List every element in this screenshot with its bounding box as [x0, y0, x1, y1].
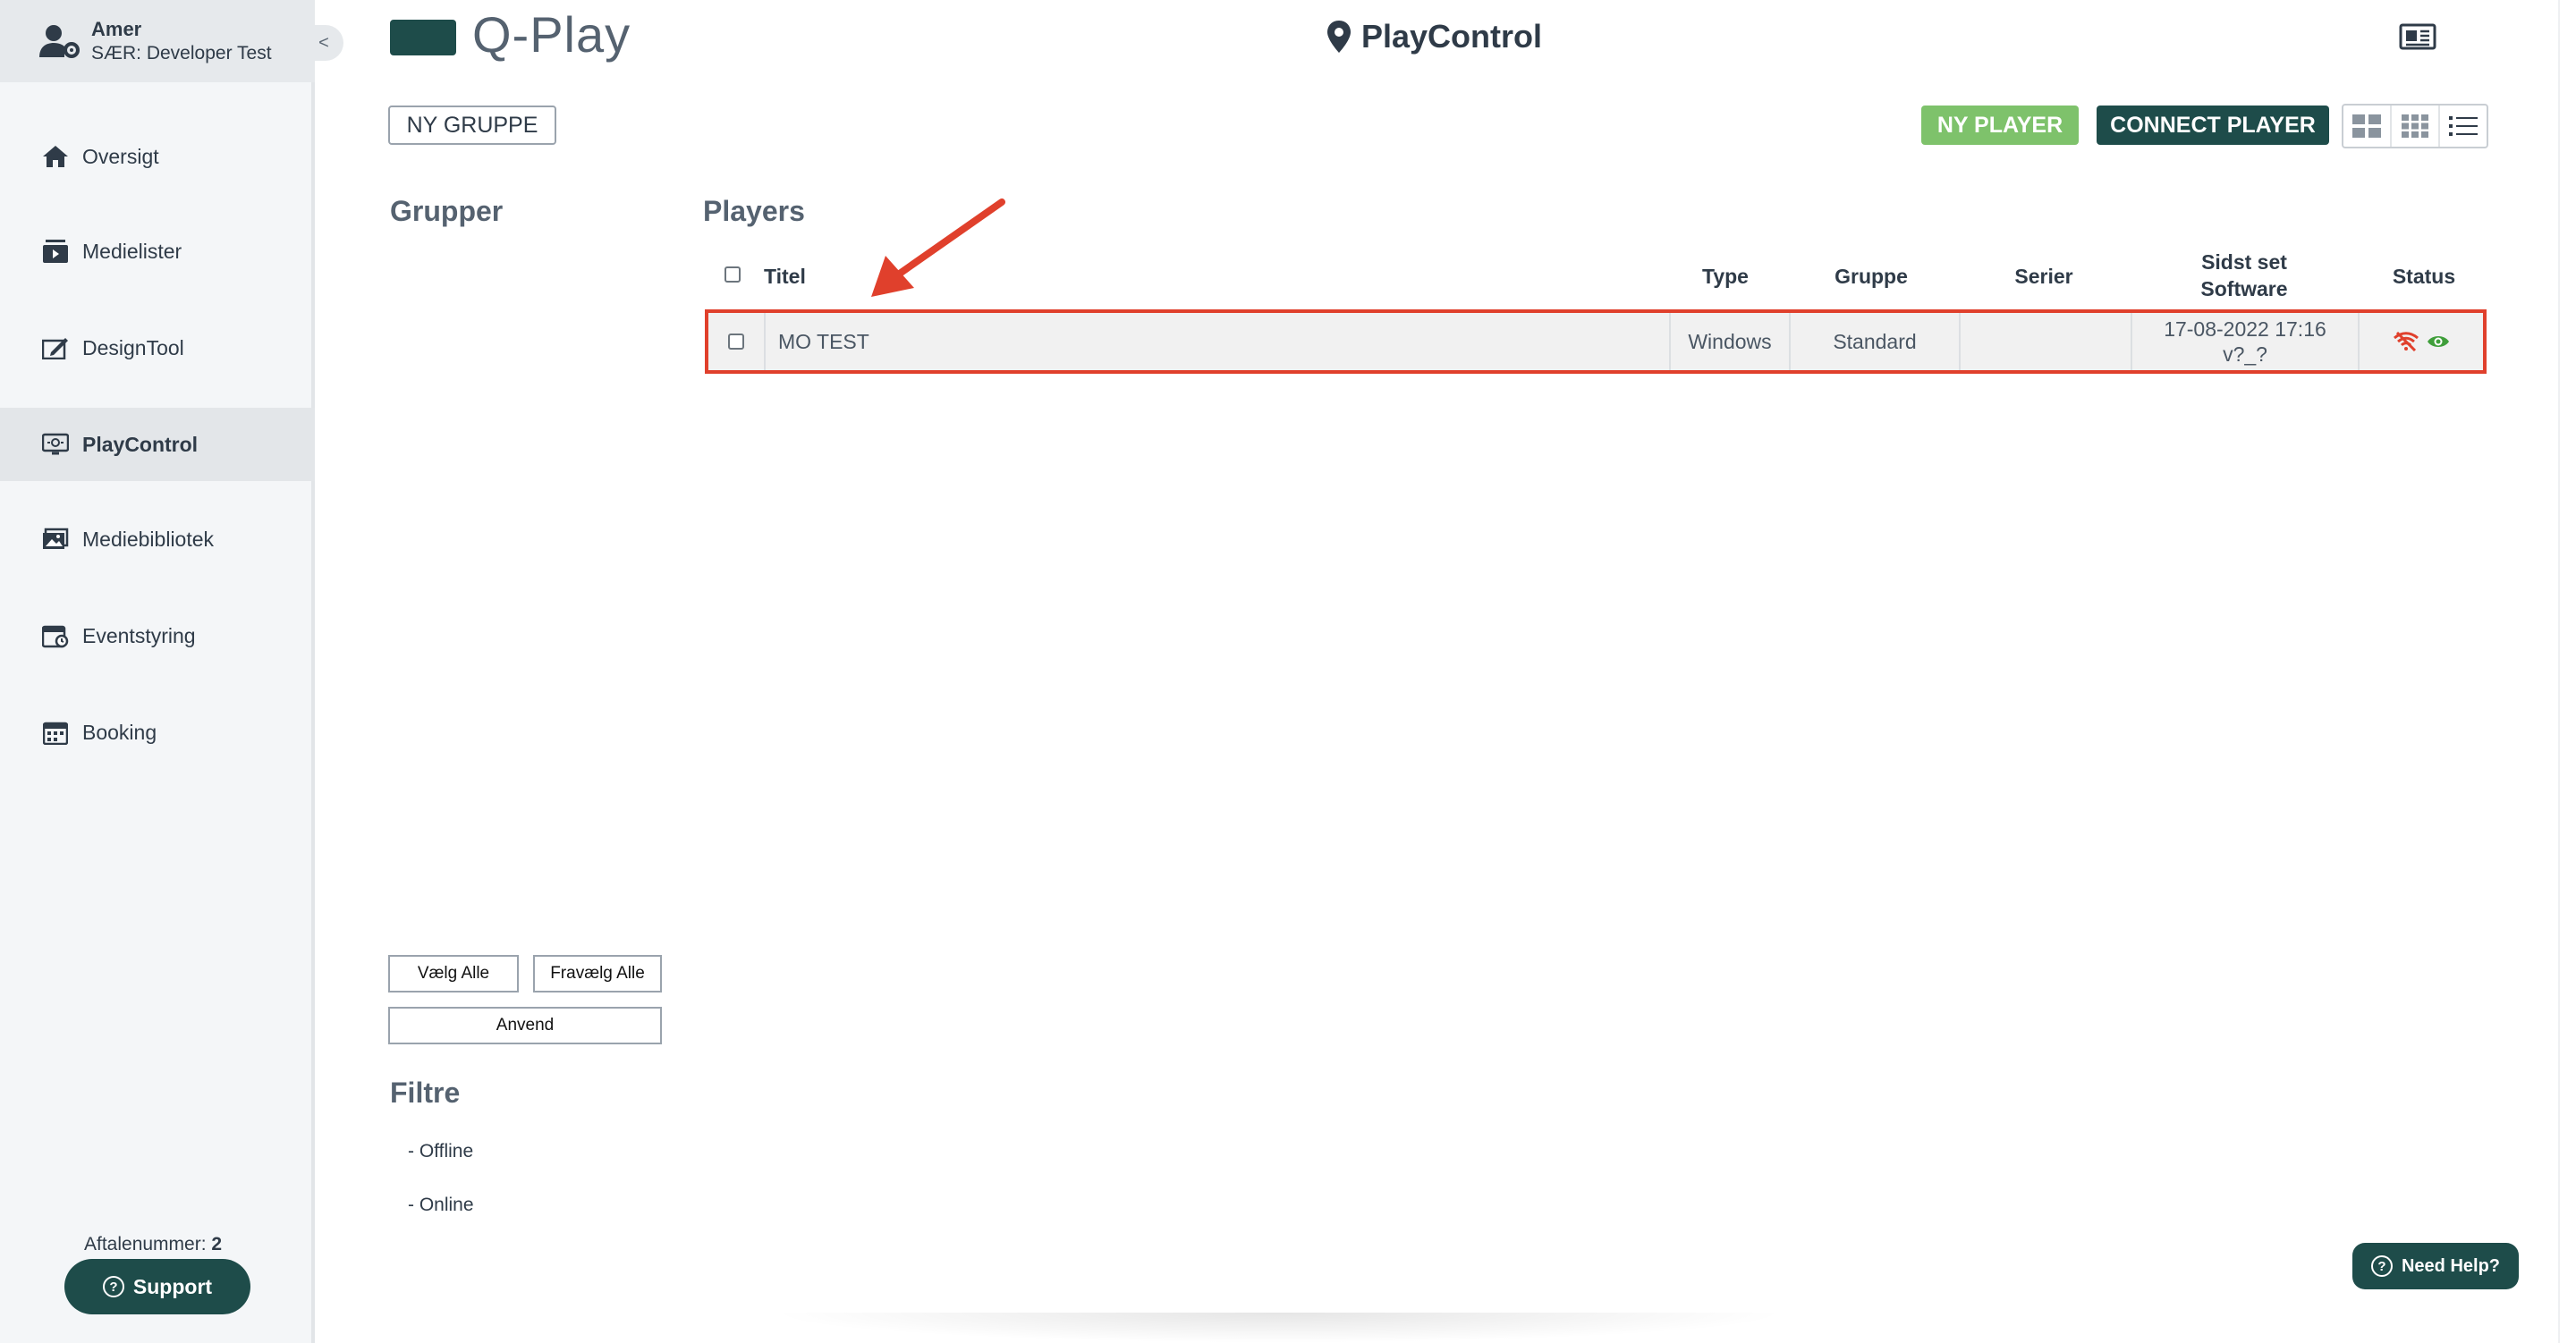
connect-player-button[interactable]: CONNECT PLAYER [2097, 106, 2329, 145]
sidebar-item-eventstyring[interactable]: Eventstyring [0, 599, 315, 672]
column-last-seen[interactable]: Sidst set Software [2129, 249, 2360, 302]
sidebar-item-label: Eventstyring [82, 623, 196, 647]
apply-button[interactable]: Anvend [388, 1007, 662, 1044]
table-row[interactable]: MO TEST Windows Standard 17-08-2022 17:1… [705, 309, 2487, 374]
user-block[interactable]: Amer SÆR: Developer Test [0, 0, 315, 82]
deselect-all-button[interactable]: Fravælg Alle [533, 955, 662, 992]
player-group: Standard [1789, 313, 1959, 370]
annotation-arrow-icon [871, 198, 1005, 297]
players-heading: Players [703, 195, 805, 227]
support-button[interactable]: ? Support [64, 1259, 250, 1314]
media-library-icon [41, 526, 70, 553]
scrollbar[interactable] [2558, 0, 2576, 1343]
media-list-icon [41, 238, 70, 265]
logo-mark [390, 20, 456, 55]
sidebar-item-label: Oversigt [82, 144, 159, 168]
column-status[interactable]: Status [2361, 263, 2487, 290]
player-type: Windows [1669, 313, 1789, 370]
sidebar-item-label: Mediebibliotek [82, 527, 215, 551]
new-player-button[interactable]: NY PLAYER [1921, 106, 2079, 145]
sidebar-item-oversigt[interactable]: Oversigt [0, 120, 315, 193]
sidebar: Amer SÆR: Developer Test Oversigt Mediel… [0, 0, 315, 1343]
column-type[interactable]: Type [1667, 263, 1784, 290]
player-series [1959, 313, 2131, 370]
newspaper-icon[interactable] [2399, 23, 2436, 50]
user-settings-icon [39, 25, 80, 58]
row-checkbox[interactable] [708, 313, 764, 370]
sidebar-item-label: Medielister [82, 239, 182, 263]
new-group-button[interactable]: NY GRUPPE [388, 106, 556, 145]
list-icon [2449, 116, 2478, 136]
player-status [2358, 313, 2483, 370]
column-series[interactable]: Serier [1959, 263, 2129, 290]
play-control-icon [41, 431, 70, 458]
column-title[interactable]: Titel [764, 263, 806, 290]
sidebar-item-label: Booking [82, 720, 157, 744]
user-subtitle: SÆR: Developer Test [91, 43, 272, 63]
sidebar-item-designtool[interactable]: DesignTool [0, 311, 315, 384]
player-title[interactable]: MO TEST [764, 313, 1669, 370]
event-calendar-icon [41, 622, 70, 649]
sidebar-item-label: DesignTool [82, 335, 184, 359]
wifi-off-icon [2394, 332, 2419, 351]
select-all-button[interactable]: Vælg Alle [388, 955, 519, 992]
small-grid-view-button[interactable] [2392, 106, 2440, 147]
list-view-button[interactable] [2440, 106, 2487, 147]
home-icon [41, 143, 70, 170]
player-last-seen: 17-08-2022 17:16 v?_? [2131, 313, 2358, 370]
location-pin-icon [1327, 21, 1351, 53]
large-grid-view-button[interactable] [2343, 106, 2392, 147]
agreement-number: Aftalenummer: 2 [84, 1234, 223, 1254]
sidebar-item-playcontrol[interactable]: PlayControl [0, 408, 315, 481]
user-name: Amer [91, 18, 142, 40]
sidebar-item-booking[interactable]: Booking [0, 696, 315, 769]
small-grid-icon [2402, 114, 2428, 138]
design-tool-icon [41, 334, 70, 361]
question-icon: ? [102, 1276, 124, 1297]
groups-heading: Grupper [390, 195, 504, 227]
sidebar-collapse-button[interactable]: < [311, 25, 343, 61]
sidebar-item-label: PlayControl [82, 432, 199, 456]
question-icon: ? [2370, 1255, 2393, 1277]
view-switch [2342, 104, 2488, 148]
large-grid-icon [2352, 114, 2381, 138]
booking-calendar-icon [41, 719, 70, 746]
need-help-button[interactable]: ? Need Help? [2352, 1243, 2519, 1289]
filter-online[interactable]: - Online [408, 1195, 474, 1216]
logo-text: Q-Play [472, 6, 631, 63]
eye-icon [2428, 336, 2449, 347]
select-all-players-checkbox[interactable] [724, 266, 741, 283]
page-title: PlayControl [1327, 16, 1542, 57]
sidebar-item-medielister[interactable]: Medielister [0, 215, 315, 288]
column-group[interactable]: Gruppe [1791, 263, 1952, 290]
sidebar-item-mediebibliotek[interactable]: Mediebibliotek [0, 503, 315, 576]
filters-heading: Filtre [390, 1077, 461, 1109]
filter-offline[interactable]: - Offline [408, 1141, 473, 1162]
bottom-shadow [769, 1313, 1789, 1343]
